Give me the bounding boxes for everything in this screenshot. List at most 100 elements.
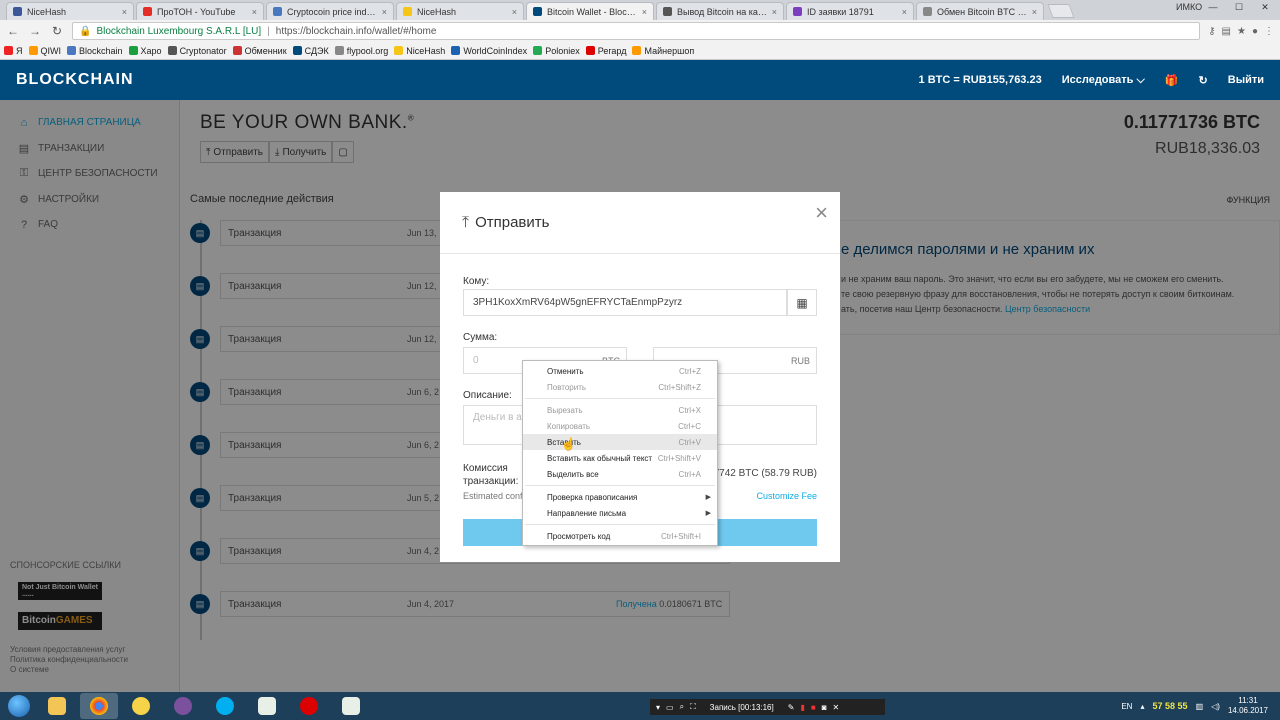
bookmark-item[interactable]: Хаpo: [128, 45, 162, 56]
bookmark-item[interactable]: Poloniex: [533, 46, 580, 56]
browser-tab[interactable]: Bitcoin Wallet - Blockcha ×: [526, 2, 654, 20]
bookmark-item[interactable]: Майнершоп: [632, 46, 694, 56]
reload-icon[interactable]: ↻: [50, 24, 64, 38]
url-input[interactable]: 🔒 Blockchain Luxembourg S.A.R.L [LU] | h…: [72, 22, 1201, 40]
context-menu-item: Повторить Ctrl+Shift+Z: [523, 379, 717, 395]
smiley-app-taskbar-icon[interactable]: [122, 693, 160, 719]
menu-item-label: Проверка правописания: [547, 492, 638, 502]
tab-close-icon[interactable]: ×: [252, 7, 257, 17]
submenu-arrow-icon: ▶: [705, 494, 711, 501]
menu-item-shortcut: Ctrl+Shift+V: [657, 453, 701, 463]
language-indicator[interactable]: EN: [1121, 702, 1132, 711]
explore-label: Исследовать: [1061, 73, 1134, 86]
new-tab-button[interactable]: [1047, 4, 1075, 18]
menu-separator: [525, 524, 715, 525]
tab-close-icon[interactable]: ×: [1032, 7, 1037, 17]
explorer-taskbar-icon[interactable]: [38, 693, 76, 719]
translate-icon[interactable]: ▤: [1222, 26, 1231, 37]
network-icon[interactable]: ▥: [1196, 702, 1204, 711]
volume-icon[interactable]: ◁): [1211, 702, 1220, 711]
bookmark-favicon-icon: [292, 46, 302, 55]
bookmark-item[interactable]: QIWI: [28, 46, 61, 56]
context-menu-item[interactable]: Отменить Ctrl+Z: [523, 363, 717, 379]
qr-code-icon[interactable]: ▦: [787, 289, 817, 316]
context-menu-item[interactable]: Вставить Ctrl+V: [523, 434, 717, 450]
tab-favicon-icon: [923, 7, 932, 16]
bookmark-item[interactable]: СДЭК: [292, 46, 329, 56]
window-icon[interactable]: ▭: [666, 703, 674, 712]
back-icon[interactable]: ←: [6, 24, 20, 38]
bookmark-item[interactable]: flypool.org: [334, 46, 388, 56]
customize-fee-link[interactable]: Customize Fee: [756, 491, 817, 501]
tab-close-icon[interactable]: ×: [512, 7, 517, 17]
bookmark-favicon-icon: [28, 46, 38, 55]
extension-icons: ⚷ ▤ ★ ● ⋮: [1208, 26, 1274, 37]
browser-tab[interactable]: ID заявки 18791 ×: [786, 2, 914, 20]
adblock-icon[interactable]: ●: [1252, 26, 1258, 37]
site-identity: Blockchain Luxembourg S.A.R.L [LU]: [96, 25, 262, 37]
key-icon[interactable]: ⚷: [1208, 26, 1215, 37]
bookmark-item[interactable]: Я: [4, 46, 23, 56]
close-icon[interactable]: ×: [815, 200, 828, 226]
bookmark-item[interactable]: NiceHash: [394, 46, 445, 56]
explore-menu[interactable]: Исследовать ⌵: [1062, 74, 1145, 87]
bookmark-star-icon[interactable]: ★: [1237, 26, 1246, 37]
viber-taskbar-icon[interactable]: [164, 693, 202, 719]
context-menu-item[interactable]: Вставить как обычный текст Ctrl+Shift+V: [523, 450, 717, 466]
forward-icon[interactable]: →: [28, 24, 42, 38]
bookmark-label: Обменник: [244, 45, 287, 56]
recorder-taskbar-icon[interactable]: [290, 693, 328, 719]
context-menu-item[interactable]: Выделить все Ctrl+A: [523, 466, 717, 482]
bookmark-item[interactable]: Blockchain: [67, 46, 123, 56]
browser-tab[interactable]: ПроТОН - YouTube ×: [136, 2, 264, 20]
app-window-taskbar-icon[interactable]: [248, 693, 286, 719]
tab-close-icon[interactable]: ×: [642, 7, 647, 17]
context-menu-item[interactable]: Направление письма ▶: [523, 505, 717, 521]
gift-icon[interactable]: 🎁: [1165, 74, 1179, 87]
zoom-icon[interactable]: ⌕: [680, 702, 684, 712]
blockchain-logo[interactable]: BLOCKCHAIN: [16, 71, 134, 89]
browser-tab[interactable]: Cryptocoin price index a ×: [266, 2, 394, 20]
start-button[interactable]: [4, 693, 34, 719]
skype-taskbar-icon[interactable]: [206, 693, 244, 719]
refresh-icon[interactable]: ↻: [1199, 74, 1208, 87]
pause-icon[interactable]: ▮: [800, 703, 804, 712]
bookmark-label: Хаpo: [140, 45, 162, 56]
crop-icon[interactable]: ⛶: [690, 702, 696, 712]
to-address-input[interactable]: 3PH1KoxXmRV64pW5gnEFRYCTaEnmpPzyrz: [463, 289, 787, 316]
tab-close-icon[interactable]: ×: [382, 7, 387, 17]
browser-tab[interactable]: Вывод Bitcoin на карту ×: [656, 2, 784, 20]
maximize-icon[interactable]: ☐: [1228, 2, 1250, 13]
app-window-2-taskbar-icon[interactable]: [332, 693, 370, 719]
menu-item-shortcut: Ctrl+Shift+I: [660, 531, 701, 541]
menu-icon[interactable]: ⋮: [1264, 26, 1274, 37]
tab-favicon-icon: [533, 7, 542, 16]
browser-tab[interactable]: Обмен Bitcoin BTC на Сб×: [916, 2, 1044, 20]
tab-close-icon[interactable]: ×: [772, 7, 777, 17]
context-menu: Отменить Ctrl+Z Повторить Ctrl+Shift+Z Вырез…: [522, 360, 718, 546]
logout-button[interactable]: Выйти: [1228, 74, 1264, 86]
tab-favicon-icon: [403, 7, 412, 16]
bookmark-item[interactable]: WorldCoinIndex: [451, 46, 527, 56]
minimize-icon[interactable]: —: [1202, 2, 1224, 13]
bookmark-item[interactable]: Обменник: [232, 45, 287, 56]
tab-close-icon[interactable]: ×: [902, 7, 907, 17]
chrome-taskbar-icon[interactable]: [80, 693, 118, 719]
close-recording-icon[interactable]: ✕: [833, 703, 840, 712]
dropdown-icon[interactable]: ▾: [656, 703, 660, 712]
close-window-icon[interactable]: ✕: [1254, 2, 1276, 13]
camera-icon[interactable]: ◙: [822, 703, 827, 712]
context-menu-item[interactable]: Просмотреть код Ctrl+Shift+I: [523, 528, 717, 544]
pen-icon[interactable]: ✎: [788, 703, 795, 712]
context-menu-item[interactable]: Проверка правописания ▶: [523, 489, 717, 505]
tab-close-icon[interactable]: ×: [122, 7, 127, 17]
stop-icon[interactable]: ■: [811, 703, 816, 712]
clock[interactable]: 11:31 14.06.2017: [1228, 696, 1268, 716]
bookmark-item[interactable]: Регард: [585, 46, 626, 56]
browser-tab[interactable]: NiceHash ×: [396, 2, 524, 20]
tray-arrow-icon[interactable]: ▴: [1140, 702, 1144, 711]
menu-separator: [525, 485, 715, 486]
browser-tab[interactable]: NiceHash ×: [6, 2, 134, 20]
bookmark-item[interactable]: Cryptonator: [167, 46, 227, 56]
menu-item-shortcut: Ctrl+Z: [679, 366, 701, 376]
